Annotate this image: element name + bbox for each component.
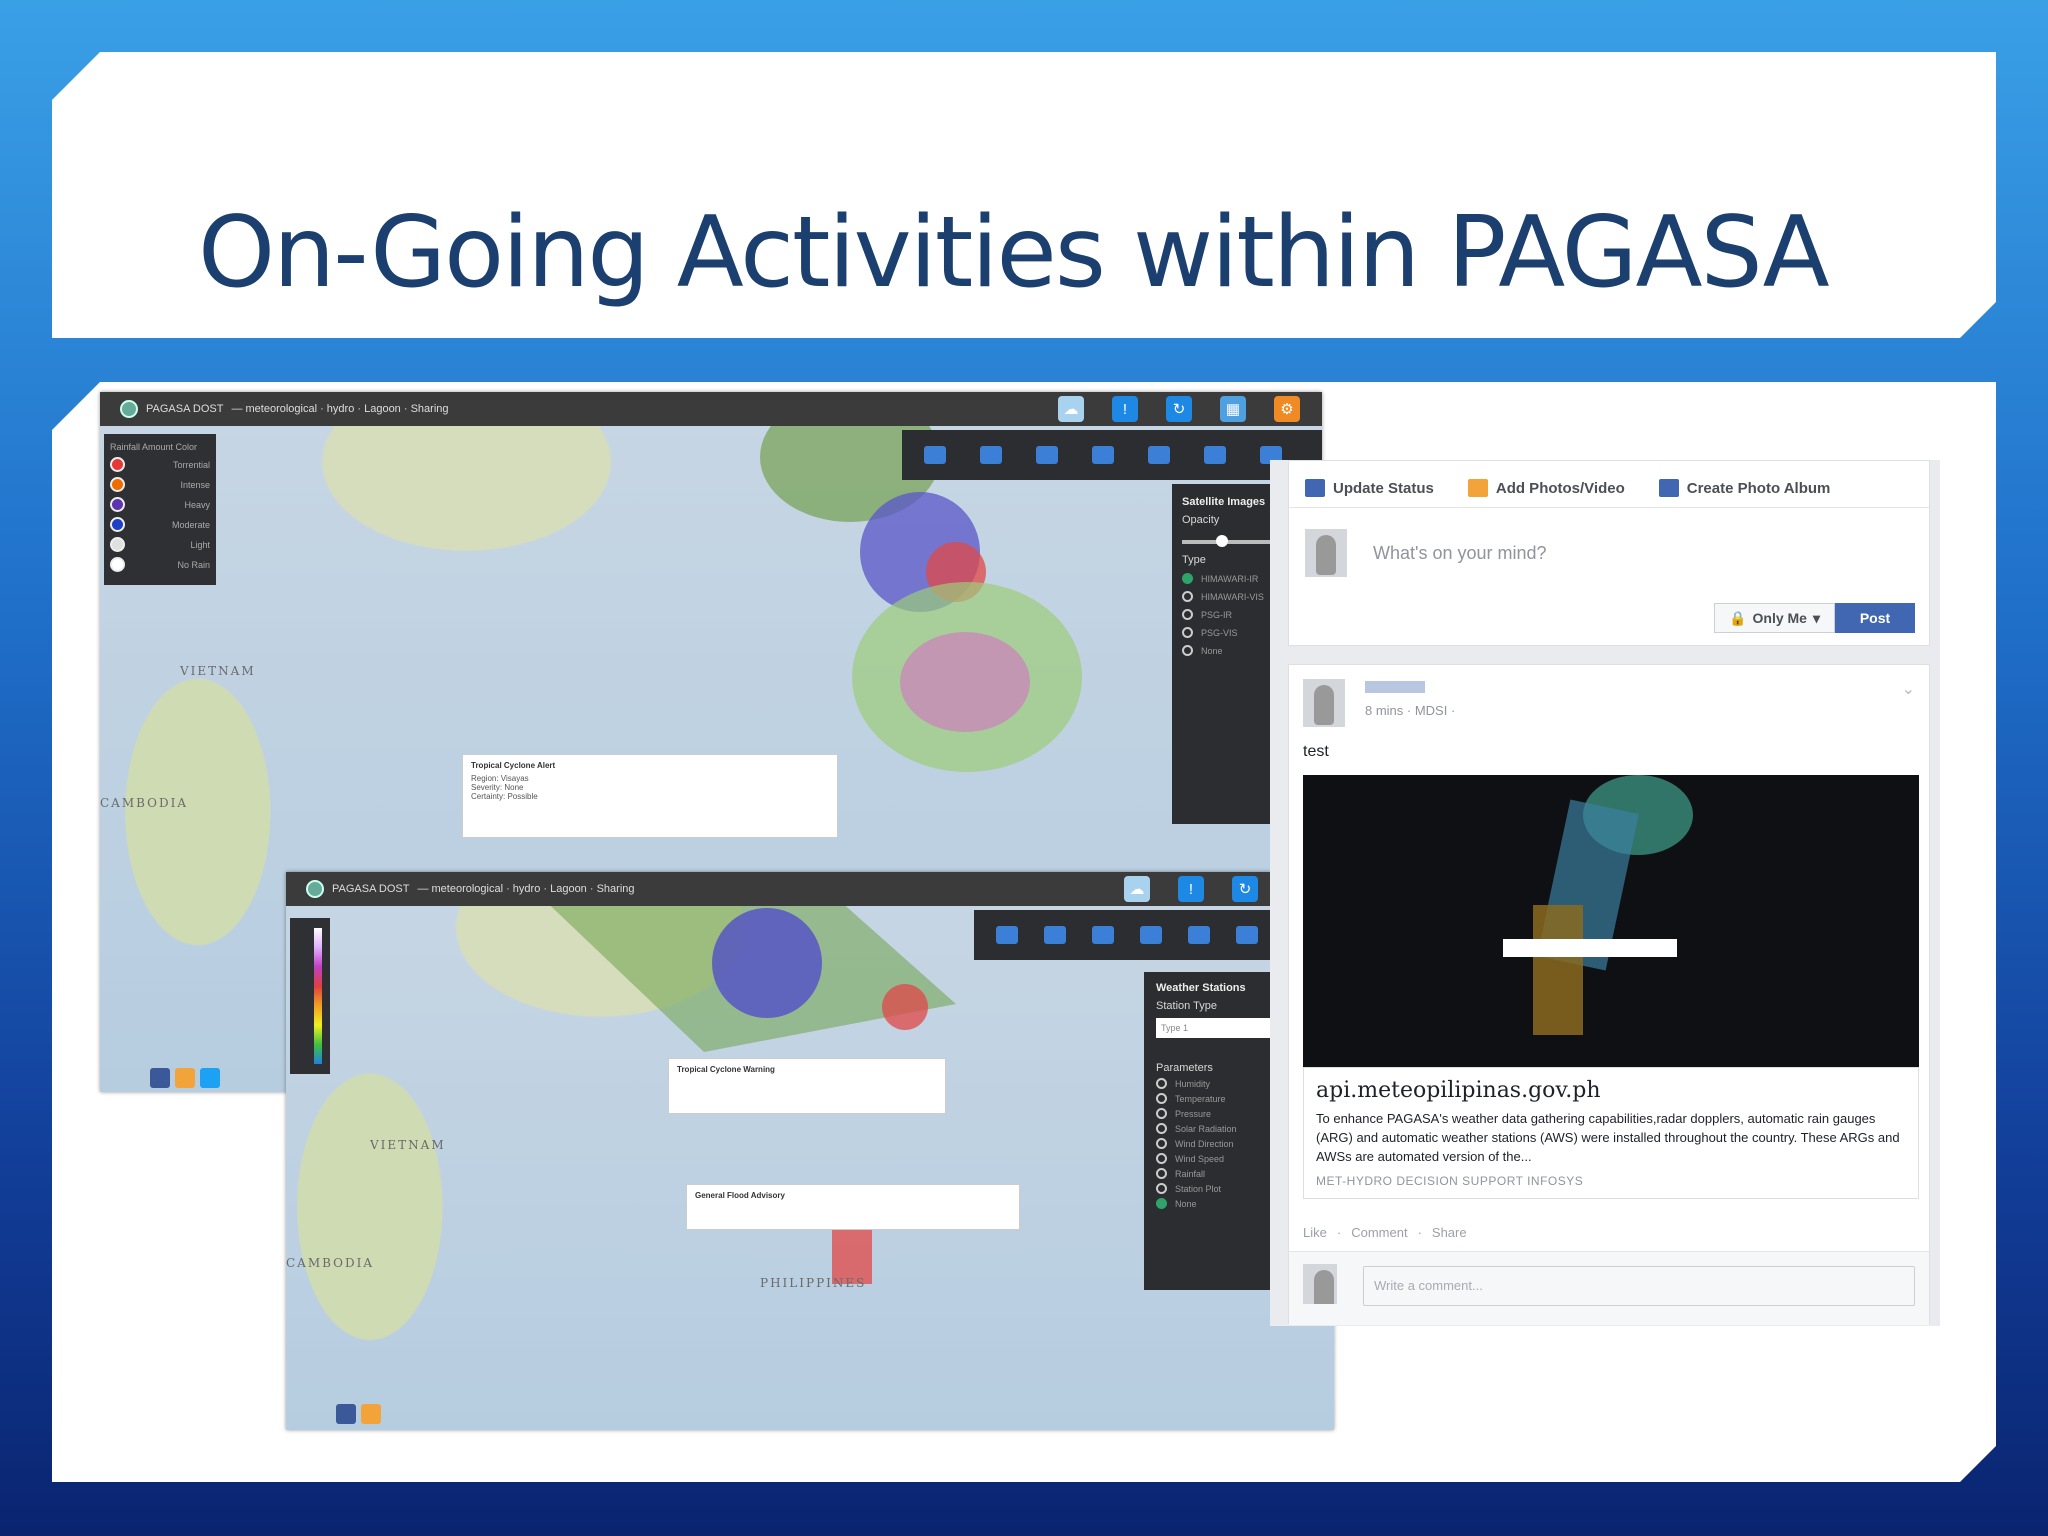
legend-item: No Rain: [110, 557, 210, 572]
slide-title: On-Going Activities within PAGASA: [198, 196, 1830, 310]
weather-stations-icon[interactable]: [996, 926, 1018, 944]
facebook-icon[interactable]: [336, 1404, 356, 1424]
link-description: To enhance PAGASA's weather data gatheri…: [1316, 1111, 1900, 1164]
blogger-icon[interactable]: [361, 1404, 381, 1424]
weather-outlook-icon[interactable]: [1204, 446, 1226, 464]
cloud-icon[interactable]: ☁: [1124, 876, 1150, 902]
settings-icon[interactable]: ⚙: [1274, 396, 1300, 422]
app-brand: PAGASA DOST: [146, 403, 224, 415]
post-text: test: [1303, 743, 1329, 760]
photo-icon: [1467, 479, 1488, 497]
tropical-cyclone-popup[interactable]: Tropical Cyclone Alert Region: Visayas S…: [462, 754, 838, 838]
legend-item: Light: [110, 537, 210, 552]
album-icon: [1658, 479, 1679, 497]
legend-item: Moderate: [110, 517, 210, 532]
app-brand: PAGASA DOST: [332, 883, 410, 895]
link-preview-text[interactable]: api.meteopilipinas.gov.ph To enhance PAG…: [1303, 1067, 1919, 1199]
author-name-blurred: [1365, 681, 1425, 693]
country-label-vietnam: VIETNAM: [180, 664, 256, 678]
flood-area: [832, 1224, 872, 1284]
legend-title: Rainfall Amount Color: [110, 442, 198, 452]
share-icons: [336, 1404, 381, 1424]
flood-advisory-popup[interactable]: General Flood Advisory: [686, 1184, 1020, 1230]
status-input[interactable]: What's on your mind?: [1373, 543, 1547, 564]
map-layers-icon[interactable]: ▦: [1220, 396, 1246, 422]
storm-circle-outer: [712, 908, 822, 1018]
nav-links[interactable]: — meteorological · hydro · Lagoon · Shar…: [231, 403, 448, 415]
wind-icon[interactable]: [1188, 926, 1210, 944]
rain-area-core: [900, 632, 1030, 732]
post-actions: Like · Comment · Share: [1303, 1225, 1467, 1240]
twitter-icon[interactable]: [200, 1068, 220, 1088]
rivers-icon[interactable]: [1140, 926, 1162, 944]
legend-item: Intense: [110, 477, 210, 492]
comment-area: Write a comment...: [1289, 1251, 1929, 1325]
alert-icon[interactable]: !: [1112, 396, 1138, 422]
facebook-screenshot: Update Status Add Photos/Video Create Ph…: [1270, 460, 1940, 1326]
link-domain: api.meteopilipinas.gov.ph: [1316, 1078, 1601, 1103]
satellite-icon[interactable]: [1092, 926, 1114, 944]
country-label-vietnam: VIETNAM: [370, 1138, 446, 1152]
post-meta: 8 mins · MDSI ·: [1365, 703, 1456, 718]
satellite-icon[interactable]: [1036, 446, 1058, 464]
doppler-radar-icon[interactable]: [1044, 926, 1066, 944]
alert-icon[interactable]: !: [1178, 876, 1204, 902]
link-preview-image[interactable]: [1303, 775, 1919, 1067]
pagasa-logo-icon: [306, 880, 324, 898]
share-link[interactable]: Share: [1432, 1225, 1467, 1240]
refresh-icon[interactable]: ↻: [1232, 876, 1258, 902]
wind-icon[interactable]: [1148, 446, 1170, 464]
color-scale-legend: [290, 918, 330, 1074]
cloud-icon[interactable]: ☁: [1058, 396, 1084, 422]
nav-links[interactable]: — meteorological · hydro · Lagoon · Shar…: [417, 883, 634, 895]
layer-toolbar: [902, 430, 1322, 480]
doppler-radar-icon[interactable]: [980, 446, 1002, 464]
rainfall-legend: Rainfall Amount Color Torrential Intense…: [104, 434, 216, 585]
share-icons: [150, 1068, 220, 1088]
composer-tabs: Update Status Add Photos/Video Create Ph…: [1289, 461, 1929, 508]
link-source: MET-HYDRO DECISION SUPPORT INFOSYS: [1316, 1174, 1584, 1188]
country-label-cambodia: CAMBODIA: [100, 796, 189, 810]
tab-create-album[interactable]: Create Photo Album: [1658, 479, 1830, 497]
blogger-icon[interactable]: [175, 1068, 195, 1088]
map-screenshot-stations: VIETNAM CAMBODIA PHILIPPINES PAGASA DOST…: [286, 872, 1334, 1430]
like-link[interactable]: Like: [1303, 1225, 1327, 1240]
pencil-icon: [1305, 479, 1325, 497]
tab-update-status[interactable]: Update Status: [1305, 479, 1434, 497]
comment-link[interactable]: Comment: [1351, 1225, 1407, 1240]
avatar: [1305, 529, 1347, 577]
cyclone-warning-popup[interactable]: Tropical Cyclone Warning: [668, 1058, 946, 1114]
composer-card: Update Status Add Photos/Video Create Ph…: [1288, 460, 1930, 646]
map-top-toolbar: PAGASA DOST — meteorological · hydro · L…: [100, 392, 1322, 426]
comment-input[interactable]: Write a comment...: [1363, 1266, 1915, 1306]
country-label-philippines: PHILIPPINES: [760, 1276, 867, 1290]
avatar: [1303, 1264, 1337, 1304]
rivers-icon[interactable]: [1092, 446, 1114, 464]
lock-icon: 🔒: [1729, 609, 1747, 626]
chevron-down-icon: ▾: [1812, 609, 1820, 626]
facebook-icon[interactable]: [150, 1068, 170, 1088]
map-top-toolbar: PAGASA DOST — meteorological · hydro · L…: [286, 872, 1334, 906]
country-label-cambodia: CAMBODIA: [286, 1256, 375, 1270]
pagasa-logo-icon: [120, 400, 138, 418]
post-card: 8 mins · MDSI · ⌄ test api.meteopilipina…: [1288, 664, 1930, 1325]
refresh-icon[interactable]: ↻: [1166, 396, 1192, 422]
weather-outlook-icon[interactable]: [1236, 926, 1258, 944]
legend-item: Torrential: [110, 457, 210, 472]
avatar: [1303, 679, 1345, 727]
weather-stations-icon[interactable]: [924, 446, 946, 464]
chevron-down-icon[interactable]: ⌄: [1902, 679, 1915, 699]
legend-item: Heavy: [110, 497, 210, 512]
post-button[interactable]: Post: [1835, 603, 1915, 633]
privacy-selector[interactable]: 🔒 Only Me ▾: [1714, 603, 1835, 633]
storm-circle-inner: [882, 984, 928, 1030]
tab-add-photos[interactable]: Add Photos/Video: [1467, 479, 1625, 497]
